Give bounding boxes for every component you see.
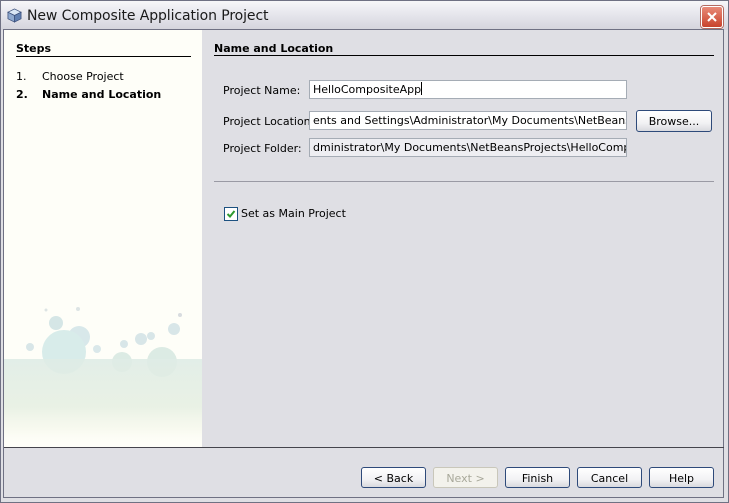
project-name-value: HelloCompositeApp <box>313 83 422 96</box>
project-folder-field: dministrator\My Documents\NetBeansProjec… <box>309 138 627 157</box>
page-title: Name and Location <box>214 42 334 55</box>
title-bar[interactable]: New Composite Application Project <box>1 1 728 30</box>
steps-divider <box>16 56 191 57</box>
step-label: Choose Project <box>42 70 124 83</box>
text-caret <box>421 82 423 95</box>
close-icon <box>707 12 717 22</box>
steps-heading: Steps <box>16 42 52 55</box>
cube-icon <box>7 8 22 23</box>
project-folder-label: Project Folder: <box>223 142 302 155</box>
footer-divider <box>4 447 724 448</box>
steps-panel: Steps 1. Choose Project 2. Name and Loca… <box>4 30 202 447</box>
project-location-value: ents and Settings\Administrator\My Docum… <box>313 114 626 127</box>
step-label: Name and Location <box>42 88 162 101</box>
project-folder-value: dministrator\My Documents\NetBeansProjec… <box>313 141 626 154</box>
help-button[interactable]: Help <box>649 467 714 488</box>
project-name-label: Project Name: <box>223 84 301 97</box>
cancel-button[interactable]: Cancel <box>577 467 642 488</box>
project-location-label: Project Location: <box>223 115 315 128</box>
step-number: 2. <box>16 88 28 101</box>
step-number: 1. <box>16 70 27 83</box>
next-button[interactable]: Next > <box>433 467 498 488</box>
finish-button[interactable]: Finish <box>505 467 570 488</box>
window-title: New Composite Application Project <box>27 8 269 24</box>
project-name-input[interactable]: HelloCompositeApp <box>309 80 627 99</box>
back-button[interactable]: < Back <box>361 467 426 488</box>
set-main-project-checkbox[interactable] <box>224 207 238 221</box>
project-location-input[interactable]: ents and Settings\Administrator\My Docum… <box>309 111 627 130</box>
section-separator <box>214 181 714 182</box>
checkmark-icon <box>226 210 236 218</box>
set-main-project-label[interactable]: Set as Main Project <box>241 207 346 220</box>
browse-button[interactable]: Browse... <box>636 110 712 132</box>
close-button[interactable] <box>701 6 723 28</box>
title-divider <box>214 55 714 56</box>
decorative-bubbles-image <box>4 307 202 447</box>
